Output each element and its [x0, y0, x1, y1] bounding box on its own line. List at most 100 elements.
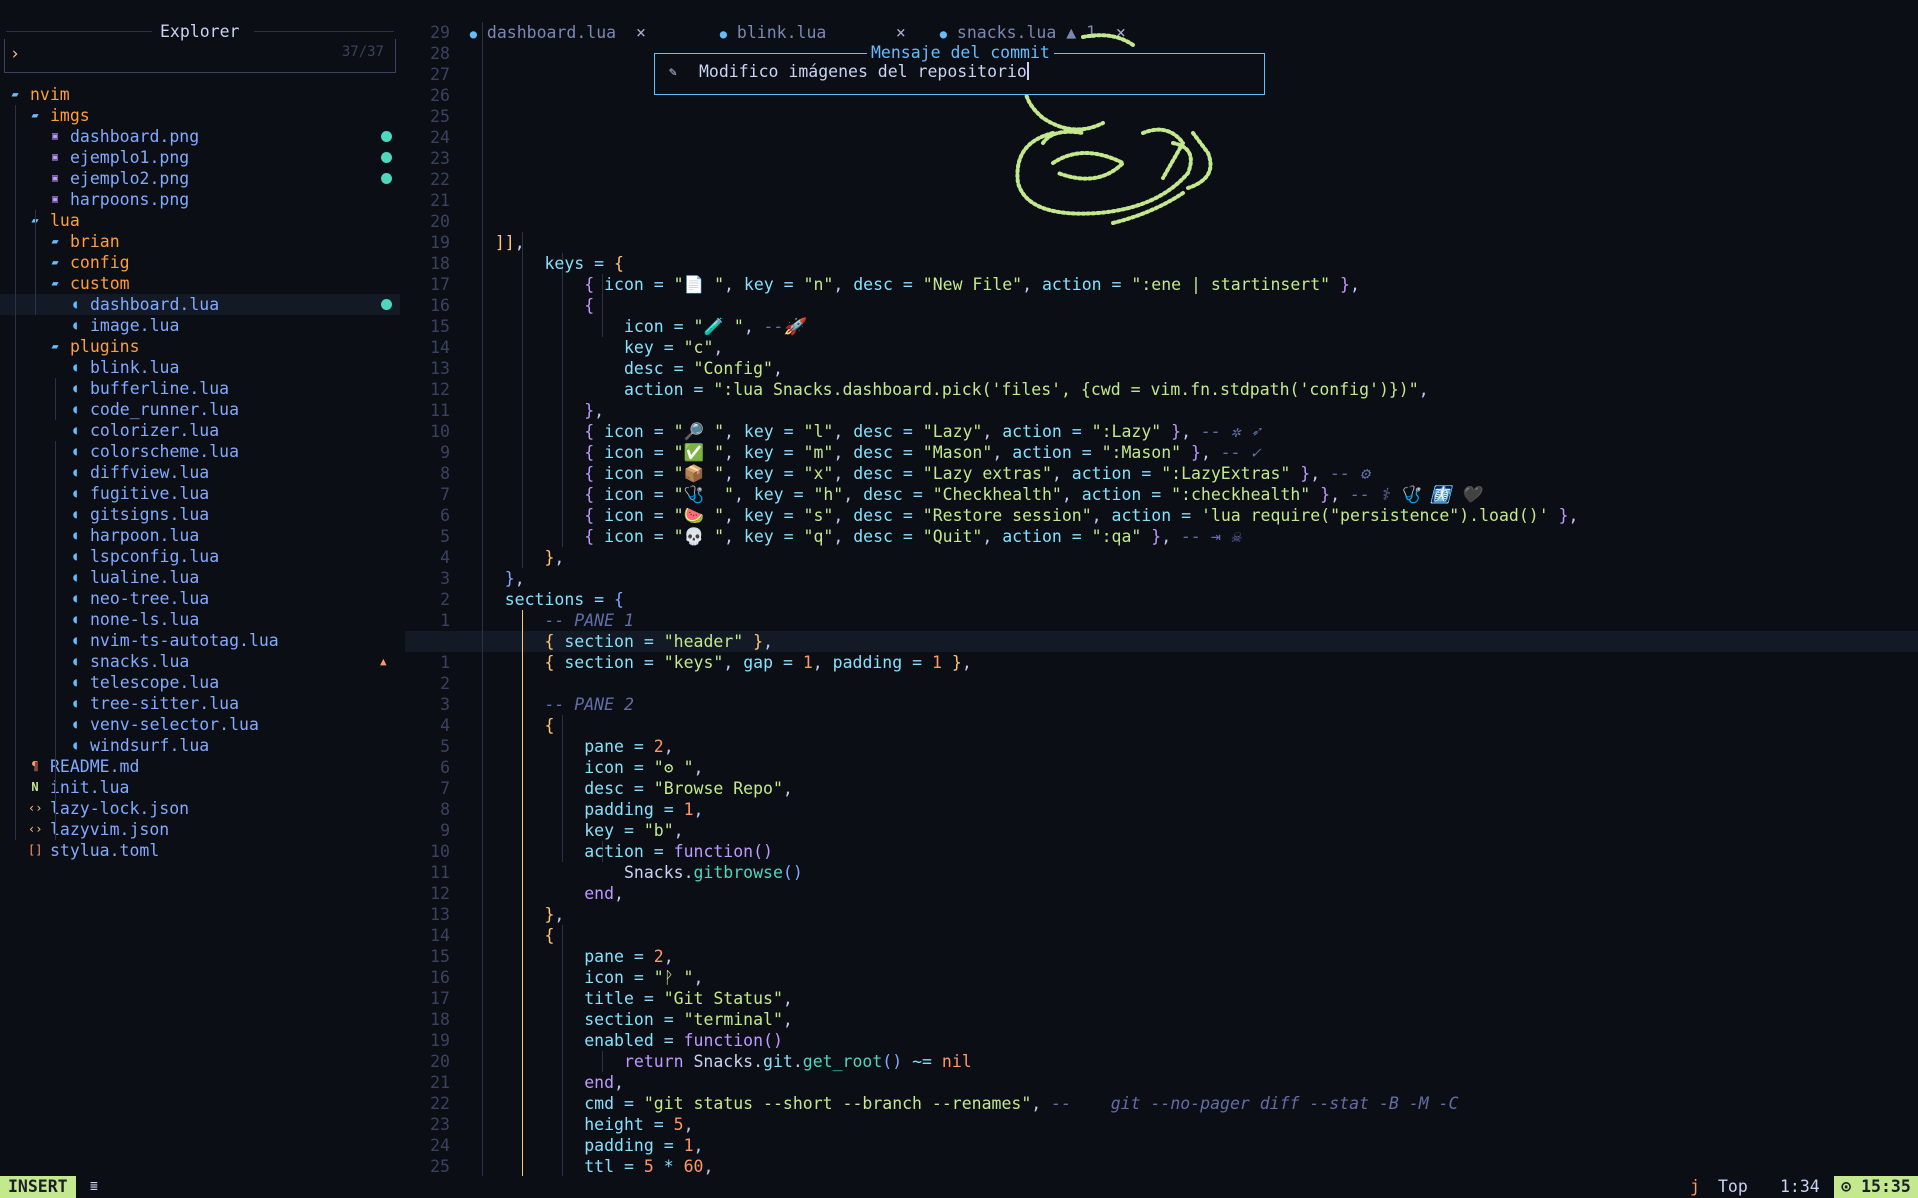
tree-folder[interactable]: ▰ plugins: [0, 336, 400, 357]
line-number: 10: [430, 842, 450, 861]
tree-indent-guide: [15, 105, 16, 840]
line-number: 29: [430, 23, 450, 42]
tree-indent-guide: [55, 441, 56, 840]
tree-item-label: tree-sitter.lua: [90, 694, 240, 713]
line-number: 19: [430, 233, 450, 252]
tree-file[interactable]: ◖ windsurf.lua: [0, 735, 400, 756]
tree-file[interactable]: ◖ dashboard.lua: [0, 294, 400, 315]
line-number: 3: [440, 569, 450, 588]
tree-item-label: none-ls.lua: [90, 610, 200, 629]
explorer-item-count: 37/37: [341, 44, 384, 60]
tree-folder[interactable]: ▰ brian: [0, 231, 400, 252]
line-number: 13: [430, 905, 450, 924]
line-number: 2: [440, 590, 450, 609]
tree-item-label: colorizer.lua: [90, 421, 220, 440]
tree-file[interactable]: ◖ nvim-ts-autotag.lua: [0, 630, 400, 651]
folder-icon: ▰: [11, 87, 19, 101]
tree-file[interactable]: ◖ gitsigns.lua: [0, 504, 400, 525]
image-icon: ▣: [51, 152, 59, 163]
line-number: 20: [430, 212, 450, 231]
tree-item-label: snacks.lua: [90, 652, 190, 671]
line-number: 15: [430, 317, 450, 336]
folder-icon: ▰: [31, 108, 39, 122]
tree-file[interactable]: ◖ colorscheme.lua: [0, 441, 400, 462]
tree-folder[interactable]: ▰lua: [0, 210, 400, 231]
tree-file[interactable]: ◖ blink.lua: [0, 357, 400, 378]
git-status-dot: [381, 173, 392, 184]
tree-file[interactable]: ◖ lualine.lua: [0, 567, 400, 588]
line-number: 11: [430, 401, 450, 420]
commit-message-input[interactable]: Modifico imágenes del repositorio: [699, 62, 1029, 81]
tree-file[interactable]: [] stylua.toml: [0, 840, 400, 861]
tree-item-label: nvim: [30, 85, 70, 104]
toml-icon: []: [28, 843, 43, 857]
tree-file[interactable]: ◖ telescope.lua: [0, 672, 400, 693]
line-number: 18: [430, 1010, 450, 1029]
tree-item-label: plugins: [70, 337, 140, 356]
tree-file[interactable]: ◖ snacks.lua ▲: [0, 651, 400, 672]
line-number: 12: [430, 884, 450, 903]
line-number: 23: [430, 149, 450, 168]
lua-icon: ◖: [71, 381, 79, 395]
line-number: 1: [440, 653, 450, 672]
tree-item-label: lualine.lua: [90, 568, 200, 587]
tree-item-label: config: [70, 253, 130, 272]
tree-file[interactable]: ◖ venv-selector.lua: [0, 714, 400, 735]
edit-icon: ✎: [669, 65, 677, 80]
line-number: 26: [430, 86, 450, 105]
tree-file[interactable]: ◖ none-ls.lua: [0, 609, 400, 630]
tree-file[interactable]: ◖ diffview.lua: [0, 462, 400, 483]
line-number: 22: [430, 170, 450, 189]
tree-file[interactable]: ▣ harpoons.png: [0, 189, 400, 210]
line-number: 4: [440, 548, 450, 567]
tree-indent-guide: [35, 210, 36, 315]
tab-blink[interactable]: ● blink.lua ×: [680, 0, 906, 42]
tree-file[interactable]: ‹› lazyvim.json: [0, 819, 400, 840]
text-cursor: [1026, 62, 1029, 80]
line-number: 18: [430, 254, 450, 273]
tree-item-label: gitsigns.lua: [90, 505, 210, 524]
folder-icon: ▰: [51, 234, 59, 248]
tree-file[interactable]: ◖ lspconfig.lua: [0, 546, 400, 567]
line-number: 25: [430, 107, 450, 126]
tree-file[interactable]: ▣ ejemplo1.png: [0, 147, 400, 168]
tree-folder[interactable]: ▰ nvim: [0, 84, 400, 105]
folder-icon: ▰: [51, 339, 59, 353]
tree-file[interactable]: Ninit.lua: [0, 777, 400, 798]
tab-dashboard[interactable]: ● dashboard.lua ×: [430, 0, 646, 42]
clock: ⊙ 15:35: [1834, 1176, 1918, 1198]
tree-item-label: stylua.toml: [50, 841, 160, 860]
tree-item-label: telescope.lua: [90, 673, 220, 692]
tree-folder[interactable]: ▰ imgs: [0, 105, 400, 126]
commit-message-dialog[interactable]: Mensaje del commit ✎ Modifico imágenes d…: [654, 43, 1265, 95]
tree-file[interactable]: ◖ bufferline.lua: [0, 378, 400, 399]
line-number: 14: [430, 926, 450, 945]
tree-file[interactable]: ‹› lazy-lock.json: [0, 798, 400, 819]
cursor-location: 1:34: [1780, 1177, 1820, 1196]
tree-item-label: venv-selector.lua: [90, 715, 259, 734]
commit-dialog-title: Mensaje del commit: [867, 43, 1054, 63]
tree-file[interactable]: ◖ colorizer.lua: [0, 420, 400, 441]
tree-file[interactable]: ◖ image.lua: [0, 315, 400, 336]
explorer-search-prompt[interactable]: ›: [10, 44, 20, 63]
tree-file[interactable]: ▣ dashboard.png: [0, 126, 400, 147]
tree-file[interactable]: ◖ tree-sitter.lua: [0, 693, 400, 714]
lua-icon: ◖: [71, 654, 79, 668]
line-number: 28: [430, 44, 450, 63]
explorer-search-box[interactable]: [4, 39, 396, 73]
tree-file[interactable]: ◖ neo-tree.lua: [0, 588, 400, 609]
tree-folder[interactable]: ▰ config: [0, 252, 400, 273]
tab-snacks[interactable]: ● snacks.lua ▲ 1 ×: [900, 0, 1126, 42]
tree-item-label: imgs: [50, 106, 90, 125]
tree-file[interactable]: ◖ fugitive.lua: [0, 483, 400, 504]
tree-item-label: diffview.lua: [90, 463, 210, 482]
tree-file[interactable]: ▣ ejemplo2.png: [0, 168, 400, 189]
tree-folder[interactable]: ▰ custom: [0, 273, 400, 294]
tree-file[interactable]: ¶ README.md: [0, 756, 400, 777]
line-number: 5: [440, 527, 450, 546]
tree-file[interactable]: ◖ code_runner.lua: [0, 399, 400, 420]
git-status-dot: [381, 131, 392, 142]
code-editor[interactable]: 29 28 27 26 25 24 23 22 21 20 19 18 17 16 15 14 13 12 11 10…: [405, 22, 1918, 1176]
lua-icon: ◖: [71, 570, 79, 584]
tree-file[interactable]: ◖ harpoon.lua: [0, 525, 400, 546]
